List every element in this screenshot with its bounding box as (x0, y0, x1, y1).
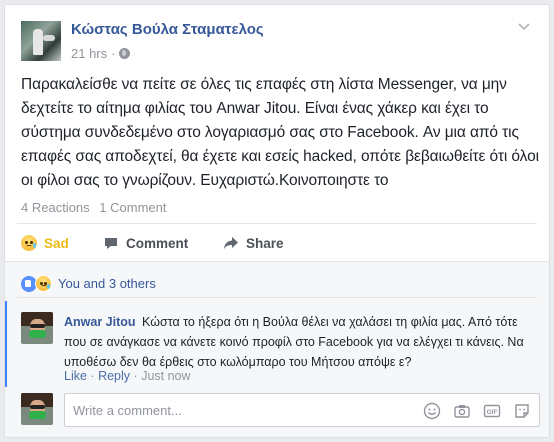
divider (17, 297, 537, 298)
comment-time[interactable]: Just now (141, 369, 190, 383)
smiley-icon[interactable] (423, 402, 441, 420)
divider (17, 223, 537, 224)
post-body-text: Παρακαλείσθε να πείτε σε όλες τις επαφές… (21, 76, 539, 189)
share-button[interactable]: Share (223, 235, 284, 251)
author-avatar[interactable] (21, 21, 61, 61)
comment-composer[interactable]: GIF (64, 393, 540, 427)
current-user-avatar (21, 393, 53, 425)
comment-label: Comment (126, 235, 189, 251)
avatar-figure-arm (43, 35, 55, 41)
post-author-name[interactable]: Κώστας Βούλα Σταματελος (71, 21, 264, 38)
sad-emoji-icon (21, 235, 37, 251)
comment-body: Anwar Jitou Κώστα το ήξερα ότι η Βούλα θ… (64, 312, 542, 372)
post-card: Κώστας Βούλα Σταματελος 21 hrs · Παρακαλ… (4, 4, 550, 438)
comment-like-link[interactable]: Like (64, 369, 87, 383)
share-label: Share (246, 235, 284, 251)
meta-separator: · (111, 46, 116, 61)
comment-input[interactable] (73, 400, 393, 420)
globe-icon[interactable] (119, 48, 131, 59)
sad-label: Sad (44, 235, 69, 251)
svg-text:GIF: GIF (487, 409, 498, 416)
meta-dot: · (133, 369, 138, 383)
meta-dot: · (90, 369, 95, 383)
camera-icon[interactable] (453, 402, 471, 420)
comment-reply-link[interactable]: Reply (98, 369, 130, 383)
reactions-summary[interactable]: You and 3 others (21, 275, 156, 292)
reactors-text[interactable]: You and 3 others (58, 276, 156, 291)
chevron-down-icon[interactable] (517, 19, 531, 33)
sad-reaction-button[interactable]: Sad (21, 235, 69, 251)
post-meta: 21 hrs · (71, 46, 131, 61)
comments-count-link[interactable]: 1 Comment (99, 200, 166, 215)
share-icon (224, 237, 238, 249)
sticker-icon[interactable] (513, 402, 531, 420)
comment-meta: Like · Reply · Just now (64, 369, 191, 383)
reactions-count-link[interactable]: 4 Reactions (21, 200, 90, 215)
sad-reaction-icon (35, 275, 52, 292)
comment-icon (105, 238, 117, 249)
composer-tools: GIF (423, 402, 531, 420)
post-timestamp[interactable]: 21 hrs (71, 46, 107, 61)
avatar-figure (33, 29, 43, 55)
post-stats: 4 Reactions 1 Comment (21, 200, 172, 215)
comment-button[interactable]: Comment (103, 235, 188, 251)
gif-icon[interactable]: GIF (483, 402, 501, 420)
commenter-avatar[interactable] (21, 312, 53, 344)
commenter-name[interactable]: Anwar Jitou (64, 315, 136, 329)
